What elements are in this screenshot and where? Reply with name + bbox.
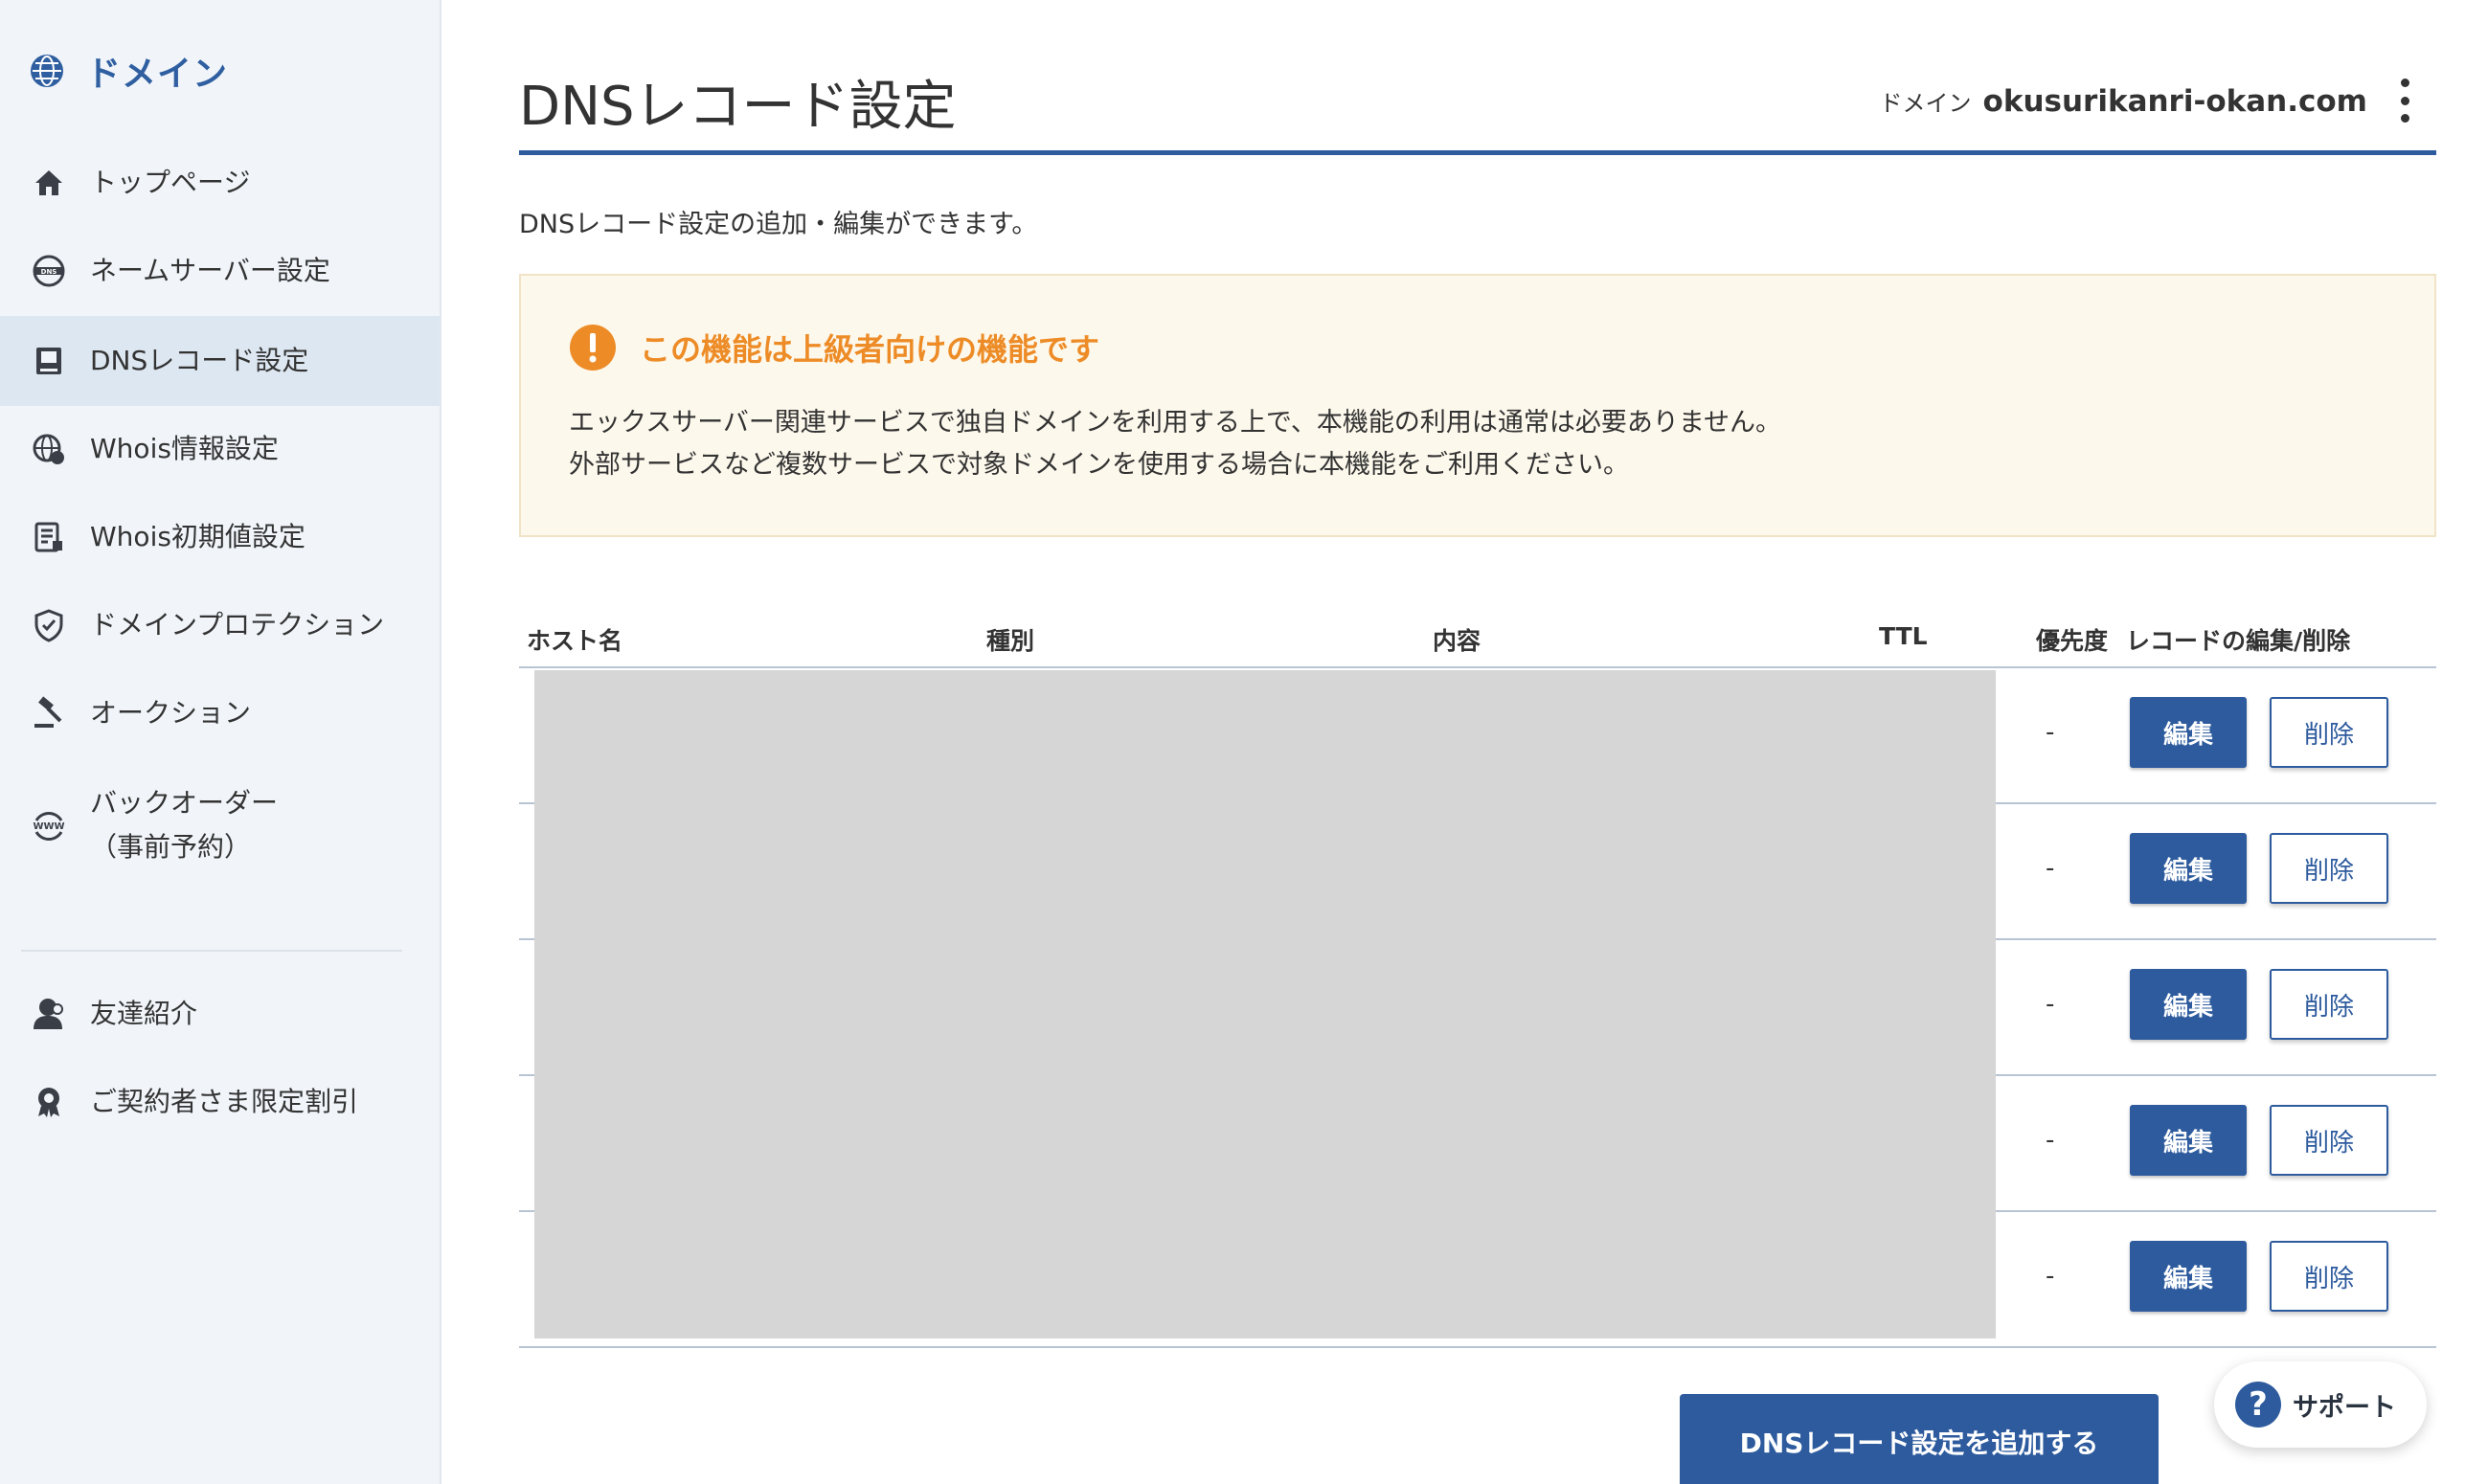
- redacted-region: [534, 670, 1996, 1338]
- sidebar-item-friend-referral[interactable]: 友達紹介: [0, 992, 440, 1036]
- page-title: DNSレコード設定: [519, 76, 957, 138]
- home-icon: [31, 165, 67, 201]
- sidebar-item-label: ご契約者さま限定割引: [90, 1086, 359, 1117]
- column-priority: 優先度: [2036, 627, 2109, 655]
- column-content: 内容: [1433, 627, 1481, 655]
- sidebar-brand-label: ドメイン: [86, 55, 229, 94]
- badge-icon: [31, 1084, 67, 1120]
- priority-cell: -: [2046, 854, 2055, 883]
- notice-body: エックスサーバー関連サービスで独自ドメインを利用する上で、本機能の利用は通常は必…: [569, 402, 1781, 486]
- dns-server-icon: DNS: [31, 253, 67, 289]
- current-domain: ドメイン okusurikanri-okan.com: [1880, 84, 2367, 119]
- delete-button[interactable]: 削除: [2270, 1241, 2388, 1312]
- sidebar-item-label: バックオーダー （事前予約）: [90, 787, 279, 863]
- notice-header: この機能は上級者向けの機能です: [569, 324, 1099, 371]
- globe-icon: [29, 53, 65, 89]
- sidebar-item-label: Whois初期値設定: [90, 521, 305, 552]
- column-host: ホスト名: [527, 627, 623, 655]
- svg-text:WWW: WWW: [33, 821, 64, 832]
- dns-record-icon: [31, 343, 67, 379]
- gavel-icon: [31, 695, 67, 731]
- kebab-menu-icon[interactable]: [2392, 79, 2417, 123]
- notice-line-1: エックスサーバー関連サービスで独自ドメインを利用する上で、本機能の利用は通常は必…: [569, 408, 1782, 438]
- priority-cell: -: [2046, 718, 2055, 747]
- sidebar-item-whois-info[interactable]: Whois情報設定: [0, 427, 440, 471]
- whois-document-icon: [31, 519, 67, 555]
- edit-button[interactable]: 編集: [2130, 969, 2247, 1040]
- page-description: DNSレコード設定の追加・編集ができます。: [519, 210, 1038, 239]
- sidebar-brand[interactable]: ドメイン: [29, 46, 228, 96]
- column-actions: レコードの編集/削除: [2126, 627, 2351, 655]
- sidebar-item-label: オークション: [90, 697, 252, 729]
- domain-value: okusurikanri-okan.com: [1982, 84, 2367, 119]
- advanced-warning-notice: この機能は上級者向けの機能です エックスサーバー関連サービスで独自ドメインを利用…: [519, 274, 2436, 537]
- priority-cell: -: [2046, 990, 2055, 1019]
- edit-button[interactable]: 編集: [2130, 697, 2247, 768]
- edit-button[interactable]: 編集: [2130, 1241, 2247, 1312]
- notice-line-2: 外部サービスなど複数サービスで対象ドメインを使用する場合に本機能をご利用ください…: [569, 450, 1629, 480]
- shield-icon: [31, 607, 67, 643]
- support-label: サポート: [2293, 1392, 2396, 1423]
- warning-icon: [569, 324, 617, 371]
- delete-button[interactable]: 削除: [2270, 697, 2388, 768]
- table-header: ホスト名 種別 内容 TTL 優先度 レコードの編集/削除: [519, 617, 2436, 668]
- sidebar-item-label: ドメインプロテクション: [90, 609, 385, 641]
- friend-icon: [31, 996, 67, 1032]
- sidebar-item-whois-default[interactable]: Whois初期値設定: [0, 515, 440, 559]
- sidebar-item-label: トップページ: [90, 167, 251, 198]
- svg-text:DNS: DNS: [41, 268, 57, 276]
- sidebar-item-domain-protection[interactable]: ドメインプロテクション: [0, 603, 440, 647]
- notice-title: この機能は上級者向けの機能です: [640, 331, 1100, 368]
- whois-globe-icon: [31, 431, 67, 467]
- edit-button[interactable]: 編集: [2130, 833, 2247, 904]
- support-button[interactable]: ? サポート: [2214, 1361, 2427, 1448]
- sidebar-item-nameserver[interactable]: DNS ネームサーバー設定: [0, 249, 440, 293]
- sidebar-item-auction[interactable]: オークション: [0, 691, 440, 735]
- sidebar-item-contract-discount[interactable]: ご契約者さま限定割引: [0, 1080, 440, 1124]
- sidebar-divider: [21, 950, 402, 952]
- sidebar: ドメイン トップページ DNS ネームサーバー設定 DNSレコード設定 Whoi…: [0, 0, 441, 1484]
- help-icon: ?: [2235, 1382, 2281, 1428]
- sidebar-item-label: Whois情報設定: [90, 433, 279, 464]
- sidebar-item-label: ネームサーバー設定: [90, 255, 330, 286]
- sidebar-item-dns-record[interactable]: DNSレコード設定: [0, 316, 440, 406]
- priority-cell: -: [2046, 1262, 2055, 1291]
- www-icon: WWW: [31, 807, 67, 843]
- domain-label: ドメイン: [1879, 90, 1972, 117]
- delete-button[interactable]: 削除: [2270, 969, 2388, 1040]
- edit-button[interactable]: 編集: [2130, 1105, 2247, 1176]
- column-type: 種別: [986, 627, 1035, 655]
- page-header: DNSレコード設定 ドメイン okusurikanri-okan.com: [519, 57, 2436, 155]
- sidebar-item-backorder[interactable]: WWW バックオーダー （事前予約）: [0, 781, 440, 869]
- sidebar-item-top-page[interactable]: トップページ: [0, 161, 440, 205]
- column-ttl: TTL: [1879, 622, 1928, 650]
- sidebar-item-label: DNSレコード設定: [90, 345, 309, 376]
- priority-cell: -: [2046, 1126, 2055, 1155]
- add-dns-record-button[interactable]: DNSレコード設定を追加する: [1680, 1394, 2159, 1484]
- delete-button[interactable]: 削除: [2270, 1105, 2388, 1176]
- delete-button[interactable]: 削除: [2270, 833, 2388, 904]
- sidebar-item-label: 友達紹介: [90, 998, 198, 1029]
